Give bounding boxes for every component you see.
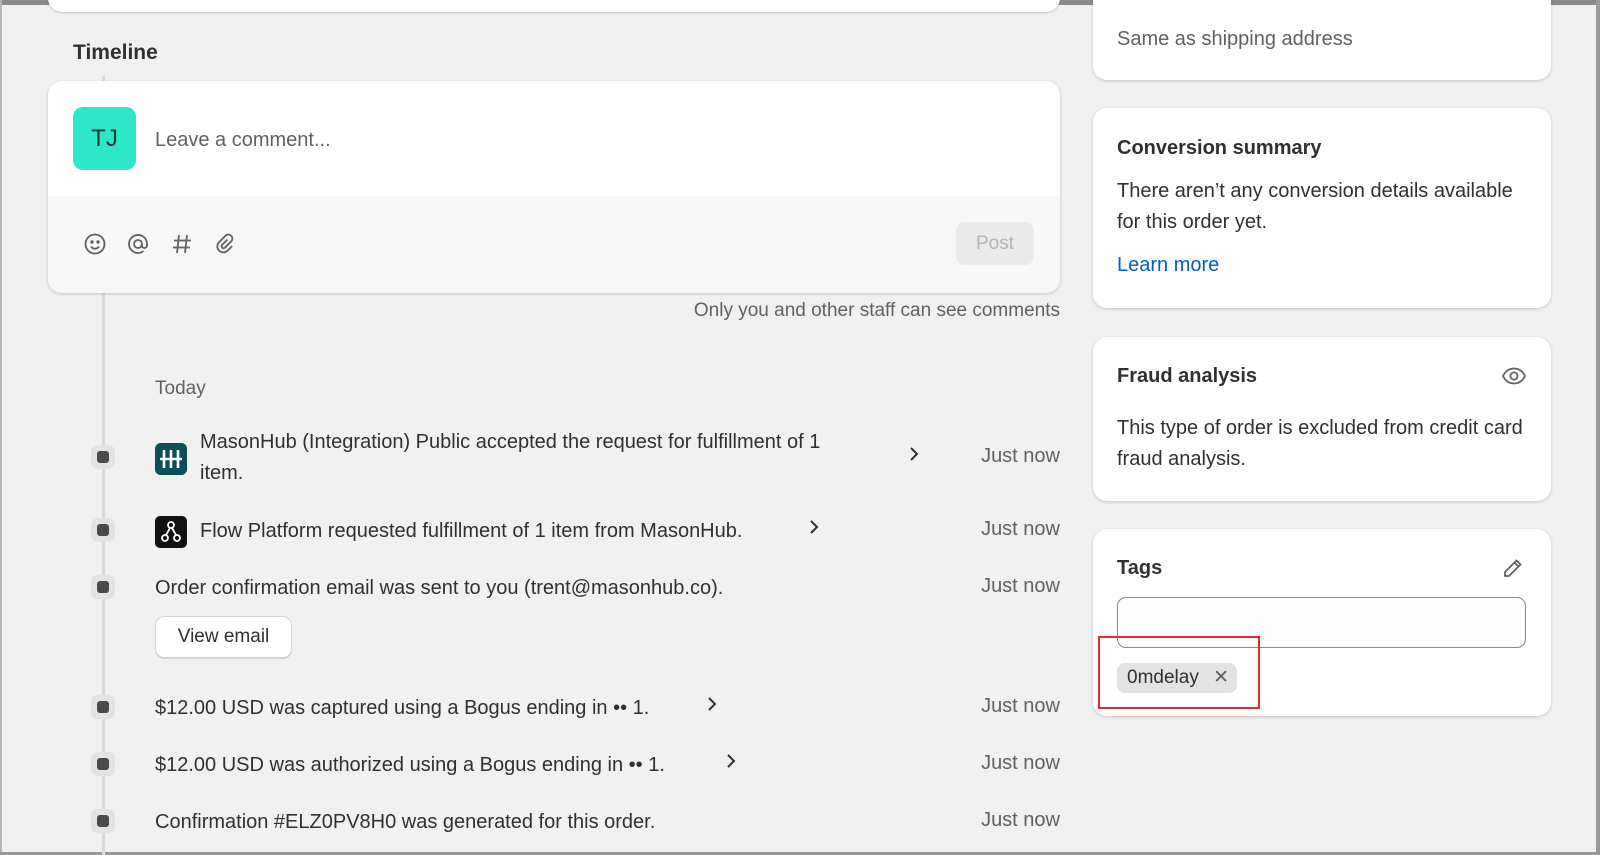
chevron-right-icon[interactable]	[808, 518, 820, 541]
flow-app-icon	[155, 516, 187, 548]
chevron-right-icon[interactable]	[908, 445, 920, 468]
timeline-event-text: $12.00 USD was authorized using a Bogus …	[155, 754, 665, 776]
conversion-summary-card: Conversion summary There aren’t any conv…	[1093, 108, 1551, 308]
day-label: Today	[155, 378, 206, 399]
timeline-event-text: Flow Platform requested fulfillment of 1…	[200, 520, 743, 542]
event-time: Just now	[981, 809, 1060, 831]
post-button[interactable]: Post	[956, 222, 1034, 265]
eye-icon[interactable]	[1501, 365, 1527, 392]
timeline-dot	[91, 575, 115, 599]
window-frame-left	[0, 0, 2, 855]
masonhub-app-icon	[155, 443, 187, 475]
comment-input[interactable]	[155, 125, 1005, 155]
annotation-highlight	[1098, 636, 1260, 709]
event-time: Just now	[981, 752, 1060, 774]
fraud-analysis-title: Fraud analysis	[1117, 365, 1258, 387]
event-time: Just now	[981, 445, 1060, 467]
timeline-event-text: Order confirmation email was sent to you…	[155, 577, 724, 599]
comment-toolbar: Post	[48, 196, 1060, 293]
event-time: Just now	[981, 575, 1060, 597]
fraud-analysis-text: This type of order is excluded from cred…	[1117, 417, 1523, 470]
event-text-line: MasonHub (Integration) Public accepted t…	[200, 431, 821, 453]
attachment-icon[interactable]	[212, 230, 240, 258]
timeline-title: Timeline	[73, 41, 158, 64]
billing-address-card: Same as shipping address	[1093, 0, 1551, 80]
event-time: Just now	[981, 518, 1060, 540]
timeline-dot	[91, 752, 115, 776]
timeline-event-text: Confirmation #ELZ0PV8H0 was generated fo…	[155, 811, 656, 833]
staff-visibility-note: Only you and other staff can see comment…	[693, 300, 1060, 321]
avatar: TJ	[73, 107, 136, 170]
window-frame-right	[1596, 0, 1600, 855]
chevron-right-icon[interactable]	[725, 752, 737, 775]
billing-address-text: Same as shipping address	[1117, 28, 1353, 50]
edit-pencil-icon[interactable]	[1501, 556, 1525, 585]
view-email-button[interactable]: View email	[155, 616, 292, 658]
tags-title: Tags	[1117, 557, 1163, 579]
mention-icon[interactable]	[124, 230, 152, 258]
timeline-event-text: MasonHub (Integration) Public accepted t…	[200, 427, 900, 489]
timeline-dot	[91, 518, 115, 542]
conversion-summary-title: Conversion summary	[1117, 137, 1322, 159]
hashtag-icon[interactable]	[168, 230, 196, 258]
timeline-dot	[91, 445, 115, 469]
event-text-line: item.	[200, 462, 244, 484]
chevron-right-icon[interactable]	[706, 695, 718, 718]
emoji-icon[interactable]	[81, 230, 109, 258]
event-time: Just now	[981, 695, 1060, 717]
previous-card-edge	[48, 0, 1060, 12]
timeline-event-text: $12.00 USD was captured using a Bogus en…	[155, 697, 650, 719]
timeline-dot	[91, 695, 115, 719]
fraud-analysis-card: Fraud analysis This type of order is exc…	[1093, 337, 1551, 501]
conversion-summary-text: There aren’t any conversion details avai…	[1117, 180, 1513, 233]
learn-more-link[interactable]: Learn more	[1117, 254, 1219, 277]
timeline-dot	[91, 809, 115, 833]
comment-composer: TJ Post	[48, 81, 1060, 293]
